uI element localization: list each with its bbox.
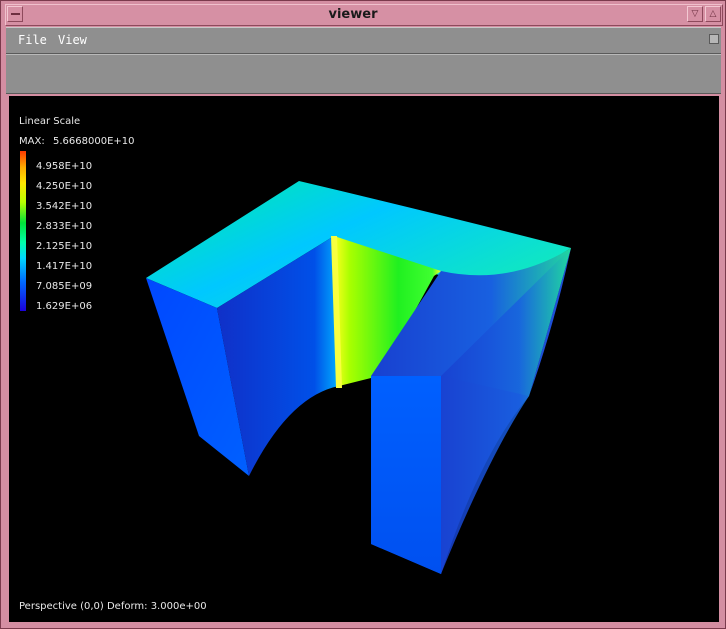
menu-file[interactable]: File xyxy=(18,33,47,47)
minimize-button[interactable]: ▽ xyxy=(687,6,703,22)
toolbar xyxy=(6,54,721,94)
menu-bar: File View xyxy=(6,27,721,54)
stress-model-render xyxy=(146,181,571,574)
3d-viewport[interactable]: Linear Scale MAX: 5.6668000E+10 4.958E+1… xyxy=(9,96,719,622)
maximize-icon: △ xyxy=(709,9,717,19)
model-right-front-face xyxy=(371,376,441,574)
menu-view[interactable]: View xyxy=(58,33,87,47)
title-bar[interactable]: viewer ▽ △ xyxy=(5,4,723,26)
maximize-button[interactable]: △ xyxy=(705,6,721,22)
status-readout: Perspective (0,0) Deform: 3.000e+00 xyxy=(19,601,207,612)
window-menu-icon xyxy=(11,13,20,15)
window-menu-button[interactable] xyxy=(7,6,23,22)
toolbar-resize-handle[interactable] xyxy=(709,34,719,44)
minimize-icon: ▽ xyxy=(691,9,699,19)
window-frame: viewer ▽ △ File View Linear Scale MAX: 5… xyxy=(0,0,726,629)
window-title: viewer xyxy=(328,7,378,22)
